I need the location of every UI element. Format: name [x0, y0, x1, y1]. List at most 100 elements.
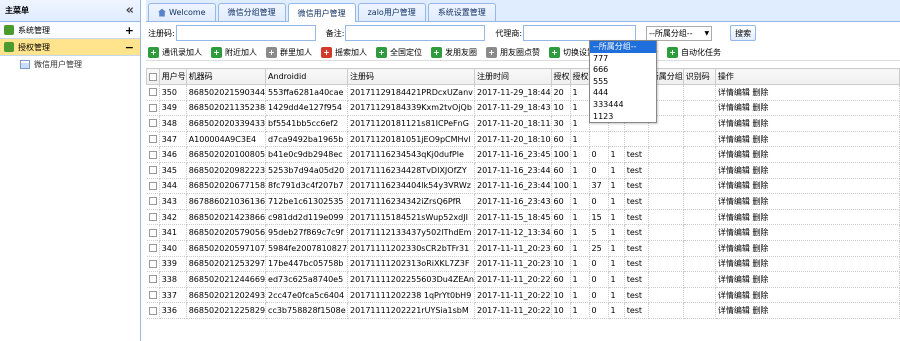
search-button[interactable]: 搜索: [730, 25, 757, 41]
checkbox[interactable]: [148, 150, 157, 159]
checkbox[interactable]: [148, 166, 157, 175]
row-select[interactable]: [146, 302, 160, 319]
row-actions[interactable]: 详情编辑 删除: [715, 100, 900, 117]
dropdown-option[interactable]: 444: [590, 87, 656, 99]
expand-icon[interactable]: +: [125, 24, 134, 37]
tab-zalo-users[interactable]: zalo用户管理: [357, 3, 426, 21]
checkbox[interactable]: [148, 103, 157, 112]
row-actions[interactable]: 详情编辑 删除: [715, 256, 900, 273]
checkbox[interactable]: [148, 244, 157, 253]
toolbar-button[interactable]: + 朋友圈点赞: [486, 46, 540, 58]
dropdown-option[interactable]: 555: [590, 76, 656, 88]
tab-system-settings[interactable]: 系统设置管理: [427, 3, 496, 21]
dropdown-option[interactable]: 333444: [590, 99, 656, 111]
row-actions[interactable]: 详情编辑 删除: [715, 302, 900, 319]
row-actions[interactable]: 详情编辑 删除: [715, 287, 900, 304]
row-actions[interactable]: 详情编辑 删除: [715, 131, 900, 148]
collapse-icon[interactable]: «: [126, 3, 134, 18]
sidebar-group-system[interactable]: 系统管理 +: [0, 22, 140, 39]
agent-input[interactable]: [523, 25, 637, 41]
group-select[interactable]: --所属分组-- ▼: [646, 25, 713, 41]
table-row[interactable]: 338 868502021244669 ed73c625a8740e5 2017111…: [146, 271, 900, 288]
checkbox[interactable]: [148, 181, 157, 190]
row-select[interactable]: [146, 131, 160, 148]
toolbar-button[interactable]: + 全国定位: [376, 46, 422, 58]
collapse-group-icon[interactable]: −: [125, 41, 134, 54]
checkbox[interactable]: [148, 291, 157, 300]
column-header[interactable]: 操作: [714, 68, 900, 85]
row-select[interactable]: [146, 256, 160, 273]
table-row[interactable]: 343 867886021036136 712be1c61302535 2017111…: [146, 193, 900, 210]
toolbar-button[interactable]: + 附近加人: [211, 46, 257, 58]
row-actions[interactable]: 详情编辑 删除: [715, 178, 900, 195]
row-select[interactable]: [146, 146, 160, 163]
tab-wechat-users[interactable]: 微信用户管理: [287, 3, 356, 22]
checkbox[interactable]: [148, 135, 157, 144]
table-row[interactable]: 346 868502020100805 b41e0c9db2948ec 2017111…: [146, 146, 900, 163]
checkbox[interactable]: [148, 259, 157, 268]
toolbar-button[interactable]: + 群里加人: [266, 46, 312, 58]
sidebar-item-wechat-users[interactable]: 微信用户管理: [0, 56, 140, 73]
checkbox[interactable]: [148, 119, 157, 128]
column-header[interactable]: 用户号: [158, 68, 187, 85]
checkbox[interactable]: [148, 306, 157, 315]
reg-code-input[interactable]: [175, 25, 316, 41]
checkbox[interactable]: [148, 72, 157, 81]
toolbar-button[interactable]: + 自动化任务: [667, 46, 721, 58]
table-row[interactable]: 337 868502021202493 2cc47e0fca5c6404 201711…: [146, 287, 900, 304]
row-actions[interactable]: 详情编辑 删除: [715, 209, 900, 226]
note-input[interactable]: [345, 25, 486, 41]
checkbox[interactable]: [148, 213, 157, 222]
tab-wechat-groups[interactable]: 微信分组管理: [217, 3, 286, 21]
checkbox[interactable]: [148, 228, 157, 237]
checkbox[interactable]: [148, 88, 157, 97]
table-row[interactable]: 339 868502021253297 17be447bc05758b 2017111…: [146, 256, 900, 273]
table-row[interactable]: 344 868502020677158 8fc791d3c4f207b7 201711…: [146, 178, 900, 195]
sidebar-group-auth[interactable]: 授权管理 −: [0, 39, 140, 56]
row-actions[interactable]: 详情编辑 删除: [715, 84, 900, 101]
row-actions[interactable]: 详情编辑 删除: [715, 115, 900, 132]
dropdown-option[interactable]: 1123: [590, 111, 656, 123]
row-actions[interactable]: 详情编辑 删除: [715, 271, 900, 288]
row-select[interactable]: [146, 271, 160, 288]
toolbar-button[interactable]: + 摇索加人: [321, 46, 367, 58]
tab-welcome[interactable]: Welcome: [148, 3, 216, 21]
table-row[interactable]: 349 868502021135238 1429dd4e127f954 2017112…: [146, 100, 900, 117]
row-actions[interactable]: 详情编辑 删除: [715, 146, 900, 163]
column-header[interactable]: 注册时间: [473, 68, 552, 85]
dropdown-option[interactable]: --所属分组--: [590, 41, 656, 53]
row-actions[interactable]: 详情编辑 删除: [715, 240, 900, 257]
column-header[interactable]: 注册码: [347, 68, 475, 85]
checkbox[interactable]: [148, 275, 157, 284]
row-actions[interactable]: 详情编辑 删除: [715, 193, 900, 210]
table-row[interactable]: 341 868502020579056 95deb27f869c7c9f 201711…: [146, 224, 900, 241]
row-select[interactable]: [146, 178, 160, 195]
column-header[interactable]: 授权: [569, 68, 590, 85]
table-row[interactable]: 345 868502020982223 5253b7d94a05d20 2017111…: [146, 162, 900, 179]
table-row[interactable]: 342 868502021423866 c981dd2d119e099 2017111…: [146, 209, 900, 226]
row-select[interactable]: [146, 209, 160, 226]
table-row[interactable]: 340 868502020597107 5984fe2007810827 201711…: [146, 240, 900, 257]
row-select[interactable]: [146, 224, 160, 241]
row-select[interactable]: [146, 193, 160, 210]
table-row[interactable]: 348 868502020339433 bf5541bb5cc6ef2 2017112…: [146, 115, 900, 132]
row-select[interactable]: [146, 240, 160, 257]
row-select[interactable]: [146, 287, 160, 304]
column-header[interactable]: 识别码: [682, 68, 716, 85]
row-actions[interactable]: 详情编辑 删除: [715, 224, 900, 241]
toolbar-button[interactable]: + 通讯录加人: [148, 46, 202, 58]
row-select[interactable]: [146, 100, 160, 117]
row-select[interactable]: [146, 162, 160, 179]
column-header[interactable]: 机器码: [185, 68, 267, 85]
group-dropdown[interactable]: --所属分组-- 777 666 555 444 333444 1123: [589, 40, 657, 124]
row-actions[interactable]: 详情编辑 删除: [715, 162, 900, 179]
column-header[interactable]: Androidid: [265, 68, 349, 85]
table-row[interactable]: 336 868502021225829 cc3b758828f1508e 201711…: [146, 302, 900, 319]
dropdown-option[interactable]: 666: [590, 64, 656, 76]
column-header[interactable]: 授权: [550, 68, 571, 85]
header-select-all[interactable]: [146, 68, 160, 85]
table-row[interactable]: 347 A100004A9C3E4 d7ca9492ba1965b 201711201…: [146, 131, 900, 148]
dropdown-option[interactable]: 777: [590, 53, 656, 65]
row-select[interactable]: [146, 84, 160, 101]
checkbox[interactable]: [148, 197, 157, 206]
